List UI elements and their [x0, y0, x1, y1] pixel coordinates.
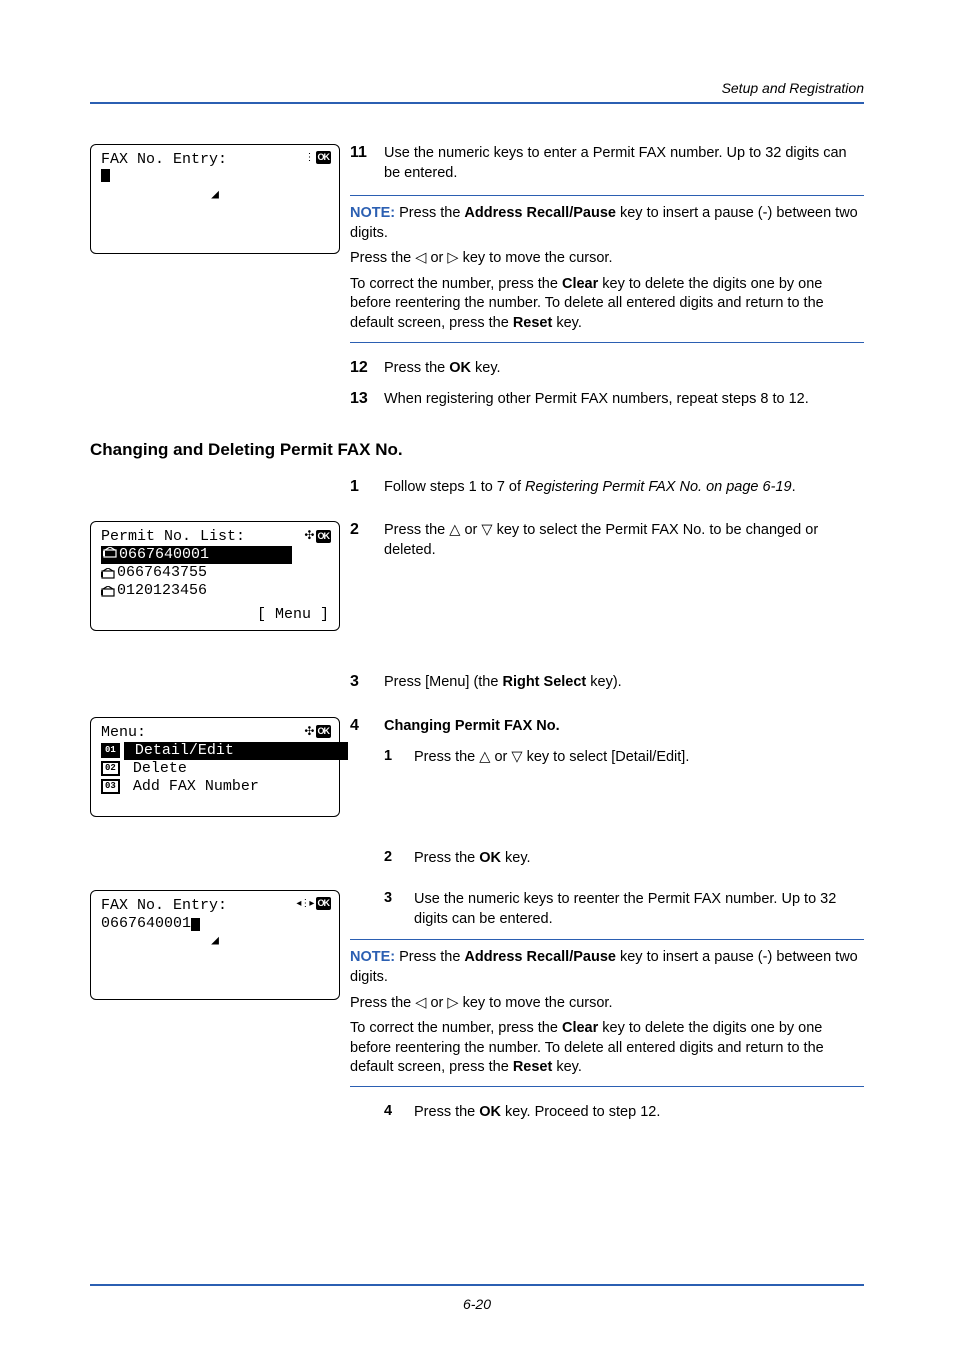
list-row: 0667643755	[101, 564, 329, 582]
list-row-selected: 0667640001	[101, 546, 292, 564]
lcd-screen-fax-entry-filled: FAX No. Entry: ◂⋮▸ OK 0667640001 ◢	[90, 890, 340, 1000]
lcd-screen-menu: Menu: ✣ OK 01 Detail/Edit 02 Delete 03 A…	[90, 717, 340, 817]
page-number: 6-20	[90, 1296, 864, 1312]
right-arrow-icon: ▷	[447, 250, 458, 266]
substep-number-4: 4	[384, 1103, 414, 1123]
note-block-1: NOTE: Press the Address Recall/Pause key…	[350, 195, 864, 342]
substep-4-text: Press the OK key. Proceed to step 12.	[414, 1103, 864, 1123]
note-block-2: NOTE: Press the Address Recall/Pause key…	[350, 939, 864, 1086]
step-13-text: When registering other Permit FAX number…	[384, 390, 864, 410]
lcd4-value: 0667640001	[101, 915, 191, 933]
substep-2-text: Press the OK key.	[414, 849, 864, 869]
subheading-changing-deleting: Changing and Deleting Permit FAX No.	[90, 440, 864, 460]
lcd-cursor	[101, 169, 110, 182]
lcd-cursor	[191, 918, 200, 931]
lcd-screen-fax-entry-blank: FAX No. Entry: ⋮ OK ◢	[90, 144, 340, 254]
nav-input-icon: ⋮ OK	[304, 151, 331, 165]
list-row: 0120123456	[101, 582, 329, 600]
substep-1-text: Press the △ or ▽ key to select [Detail/E…	[414, 748, 864, 768]
fax-icon	[101, 586, 115, 597]
lcd1-title: FAX No. Entry:	[101, 151, 227, 169]
substep-number-1: 1	[384, 748, 414, 768]
lcd2-title: Permit No. List:	[101, 528, 245, 546]
right-arrow-icon: ▷	[447, 995, 458, 1011]
down-arrow-icon: ▽	[511, 749, 522, 765]
lcd-scroll-icon: ◢	[91, 187, 339, 203]
step-12-text: Press the OK key.	[384, 359, 864, 379]
page-footer: 6-20	[90, 1284, 864, 1312]
step-1-text: Follow steps 1 to 7 of Registering Permi…	[384, 478, 864, 498]
step-number-1: 1	[350, 478, 384, 496]
substep-3-text: Use the numeric keys to reenter the Perm…	[414, 890, 864, 929]
menu-row-selected: 01 Detail/Edit	[101, 742, 329, 760]
header-rule	[90, 102, 864, 104]
menu-row: 03 Add FAX Number	[101, 778, 329, 796]
note-label: NOTE:	[350, 949, 395, 965]
up-arrow-icon: △	[479, 749, 490, 765]
step-3-text: Press [Menu] (the Right Select key).	[384, 673, 864, 693]
step-4-title: Changing Permit FAX No.	[384, 717, 864, 737]
note-label: NOTE:	[350, 205, 395, 221]
lcd3-title: Menu:	[101, 724, 146, 742]
menu-row: 02 Delete	[101, 760, 329, 778]
lcd-scroll-icon: ◢	[91, 933, 339, 949]
nav-dpad-icon: ✣ OK	[304, 724, 331, 739]
step-number-11: 11	[350, 144, 384, 162]
left-arrow-icon: ◁	[415, 995, 426, 1011]
substep-number-2: 2	[384, 849, 414, 869]
step-2-text: Press the △ or ▽ key to select the Permi…	[384, 521, 864, 560]
nav-input-icon: ◂⋮▸ OK	[296, 897, 331, 911]
up-arrow-icon: △	[449, 522, 460, 538]
down-arrow-icon: ▽	[481, 522, 492, 538]
step-number-3: 3	[350, 673, 384, 691]
step-number-13: 13	[350, 390, 384, 408]
lcd-softkey-menu: [ Menu ]	[101, 606, 329, 624]
left-arrow-icon: ◁	[415, 250, 426, 266]
page-content: FAX No. Entry: ⋮ OK ◢ 11 Use the numeric…	[90, 144, 864, 1132]
step-11-text: Use the numeric keys to enter a Permit F…	[384, 144, 864, 183]
fax-icon	[101, 568, 115, 579]
nav-dpad-icon: ✣ OK	[304, 528, 331, 543]
footer-rule	[90, 1284, 864, 1286]
substep-number-3: 3	[384, 890, 414, 929]
step-number-12: 12	[350, 359, 384, 377]
lcd4-title: FAX No. Entry:	[101, 897, 227, 915]
lcd-screen-permit-list: Permit No. List: ✣ OK 0667640001 0667643…	[90, 521, 340, 631]
step-number-4: 4	[350, 717, 384, 735]
fax-icon	[103, 547, 117, 558]
header-section-title: Setup and Registration	[90, 80, 864, 96]
step-number-2: 2	[350, 521, 384, 539]
